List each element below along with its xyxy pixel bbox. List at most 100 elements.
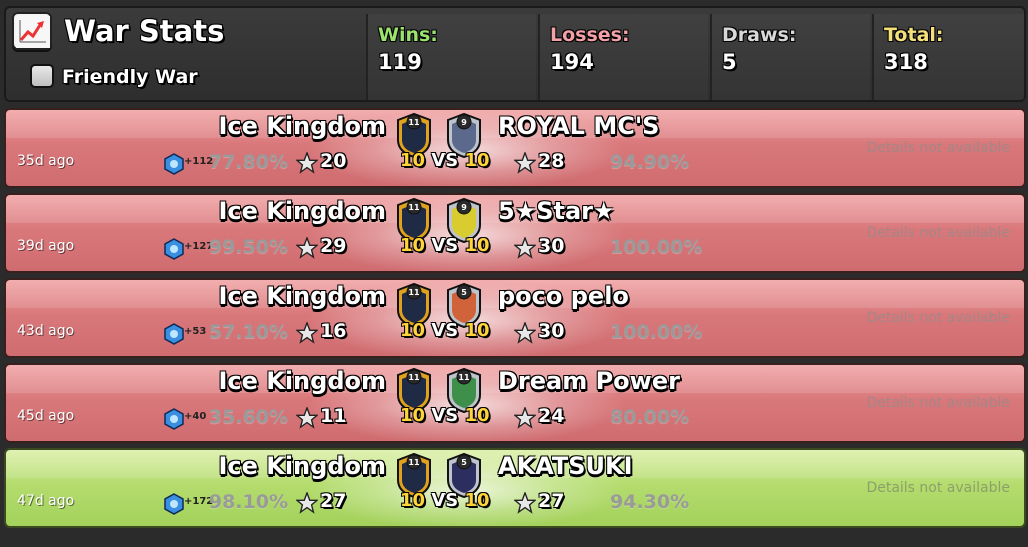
war-size: 10 VS 10 [400,150,490,171]
star-icon [295,320,319,344]
stat-wins-label: Wins: [378,24,438,46]
opponent-clan-name: AKATSUKI [498,452,633,480]
star-icon [513,405,537,429]
stat-draws: Draws: 5 [710,14,870,100]
svg-text:5: 5 [461,458,467,467]
opponent-destruction-pct: 100.00% [610,236,703,258]
trophies-gained: +53 [184,326,207,337]
details-status: Details not available [866,225,1010,241]
war-log-row[interactable]: 45d ago +40 35.60% 11 Ice Kingdom 11 11 10 VS 1… [4,363,1026,443]
our-clan-name: Ice Kingdom [218,367,386,395]
star-icon [513,490,537,514]
star-icon [295,490,319,514]
our-stars: 20 [320,150,347,172]
war-size-right: 10 [464,490,490,511]
svg-text:5: 5 [461,288,467,297]
war-age: 35d ago [17,153,75,169]
vs-label: VS [431,235,459,256]
war-size-left: 10 [400,405,426,426]
our-stars: 16 [320,320,347,342]
opponent-stars: 27 [538,490,565,512]
war-age: 43d ago [17,323,75,339]
our-destruction-pct: 77.80% [208,151,288,173]
star-icon [513,235,537,259]
war-size-left: 10 [400,490,426,511]
svg-text:11: 11 [408,458,420,467]
chart-icon [12,12,52,50]
star-icon [295,150,319,174]
our-clan-name: Ice Kingdom [218,452,386,480]
svg-text:11: 11 [408,373,420,382]
our-destruction-pct: 35.60% [208,406,288,428]
opponent-destruction-pct: 100.00% [610,321,703,343]
opponent-destruction-pct: 94.30% [610,491,690,513]
war-size: 10 VS 10 [400,235,490,256]
opponent-stars: 30 [538,235,565,257]
stat-total-label: Total: [884,24,944,46]
war-size-left: 10 [400,235,426,256]
details-status: Details not available [866,480,1010,496]
details-status: Details not available [866,395,1010,411]
svg-text:9: 9 [461,203,467,212]
vs-label: VS [431,490,459,511]
trophies-gained: +40 [184,411,207,422]
our-clan-name: Ice Kingdom [218,282,386,310]
star-icon [295,405,319,429]
star-icon [513,150,537,174]
svg-text:11: 11 [458,373,470,382]
svg-text:11: 11 [408,203,420,212]
stat-total: Total: 318 [872,14,1024,100]
war-stats-header: War Stats Friendly War Wins: 119 Losses:… [4,6,1026,102]
stat-wins-value: 119 [378,50,422,74]
opponent-clan-name: ROYAL MC'S [498,112,660,140]
our-destruction-pct: 98.10% [208,491,288,513]
our-stars: 29 [320,235,347,257]
stat-wins: Wins: 119 [366,14,536,100]
war-size-left: 10 [400,320,426,341]
page-title: War Stats [64,14,225,48]
stat-total-value: 318 [884,50,928,74]
opponent-clan-name: Dream Power [498,367,680,395]
war-size-left: 10 [400,150,426,171]
war-log-row[interactable]: 39d ago +127 99.50% 29 Ice Kingdom 11 9 10 VS 1… [4,193,1026,273]
war-log-row[interactable]: 43d ago +53 57.10% 16 Ice Kingdom 11 5 10 VS 10… [4,278,1026,358]
opponent-clan-name: poco pelo [498,282,629,310]
opponent-destruction-pct: 80.00% [610,406,690,428]
stat-losses-label: Losses: [550,24,630,46]
stat-draws-value: 5 [722,50,737,74]
our-clan-name: Ice Kingdom [218,112,386,140]
our-destruction-pct: 99.50% [208,236,288,258]
details-status: Details not available [866,140,1010,156]
trophy-gem-icon [164,408,184,430]
vs-label: VS [431,150,459,171]
vs-label: VS [431,405,459,426]
friendly-war-checkbox[interactable] [30,64,54,88]
war-log-row[interactable]: 35d ago +112 77.80% 20 Ice Kingdom 11 9 10 VS 1… [4,108,1026,188]
war-size: 10 VS 10 [400,405,490,426]
svg-text:11: 11 [408,288,420,297]
opponent-destruction-pct: 94.90% [610,151,690,173]
war-size: 10 VS 10 [400,490,490,511]
opponent-stars: 28 [538,150,565,172]
trophy-gem-icon [164,238,184,260]
star-icon [513,320,537,344]
war-size-right: 10 [464,150,490,171]
our-stars: 11 [320,405,347,427]
war-size: 10 VS 10 [400,320,490,341]
opponent-stars: 24 [538,405,565,427]
trophy-gem-icon [164,493,184,515]
opponent-clan-name: 5★Star★ [498,197,615,225]
our-stars: 27 [320,490,347,512]
war-age: 39d ago [17,238,75,254]
svg-text:11: 11 [408,118,420,127]
war-age: 45d ago [17,408,75,424]
opponent-stars: 30 [538,320,565,342]
stat-losses-value: 194 [550,50,594,74]
war-log-row[interactable]: 47d ago +172 98.10% 27 Ice Kingdom 11 5 10 VS 1… [4,448,1026,528]
details-status: Details not available [866,310,1010,326]
stat-draws-label: Draws: [722,24,797,46]
war-size-right: 10 [464,320,490,341]
trophy-gem-icon [164,323,184,345]
war-size-right: 10 [464,405,490,426]
our-destruction-pct: 57.10% [208,321,288,343]
